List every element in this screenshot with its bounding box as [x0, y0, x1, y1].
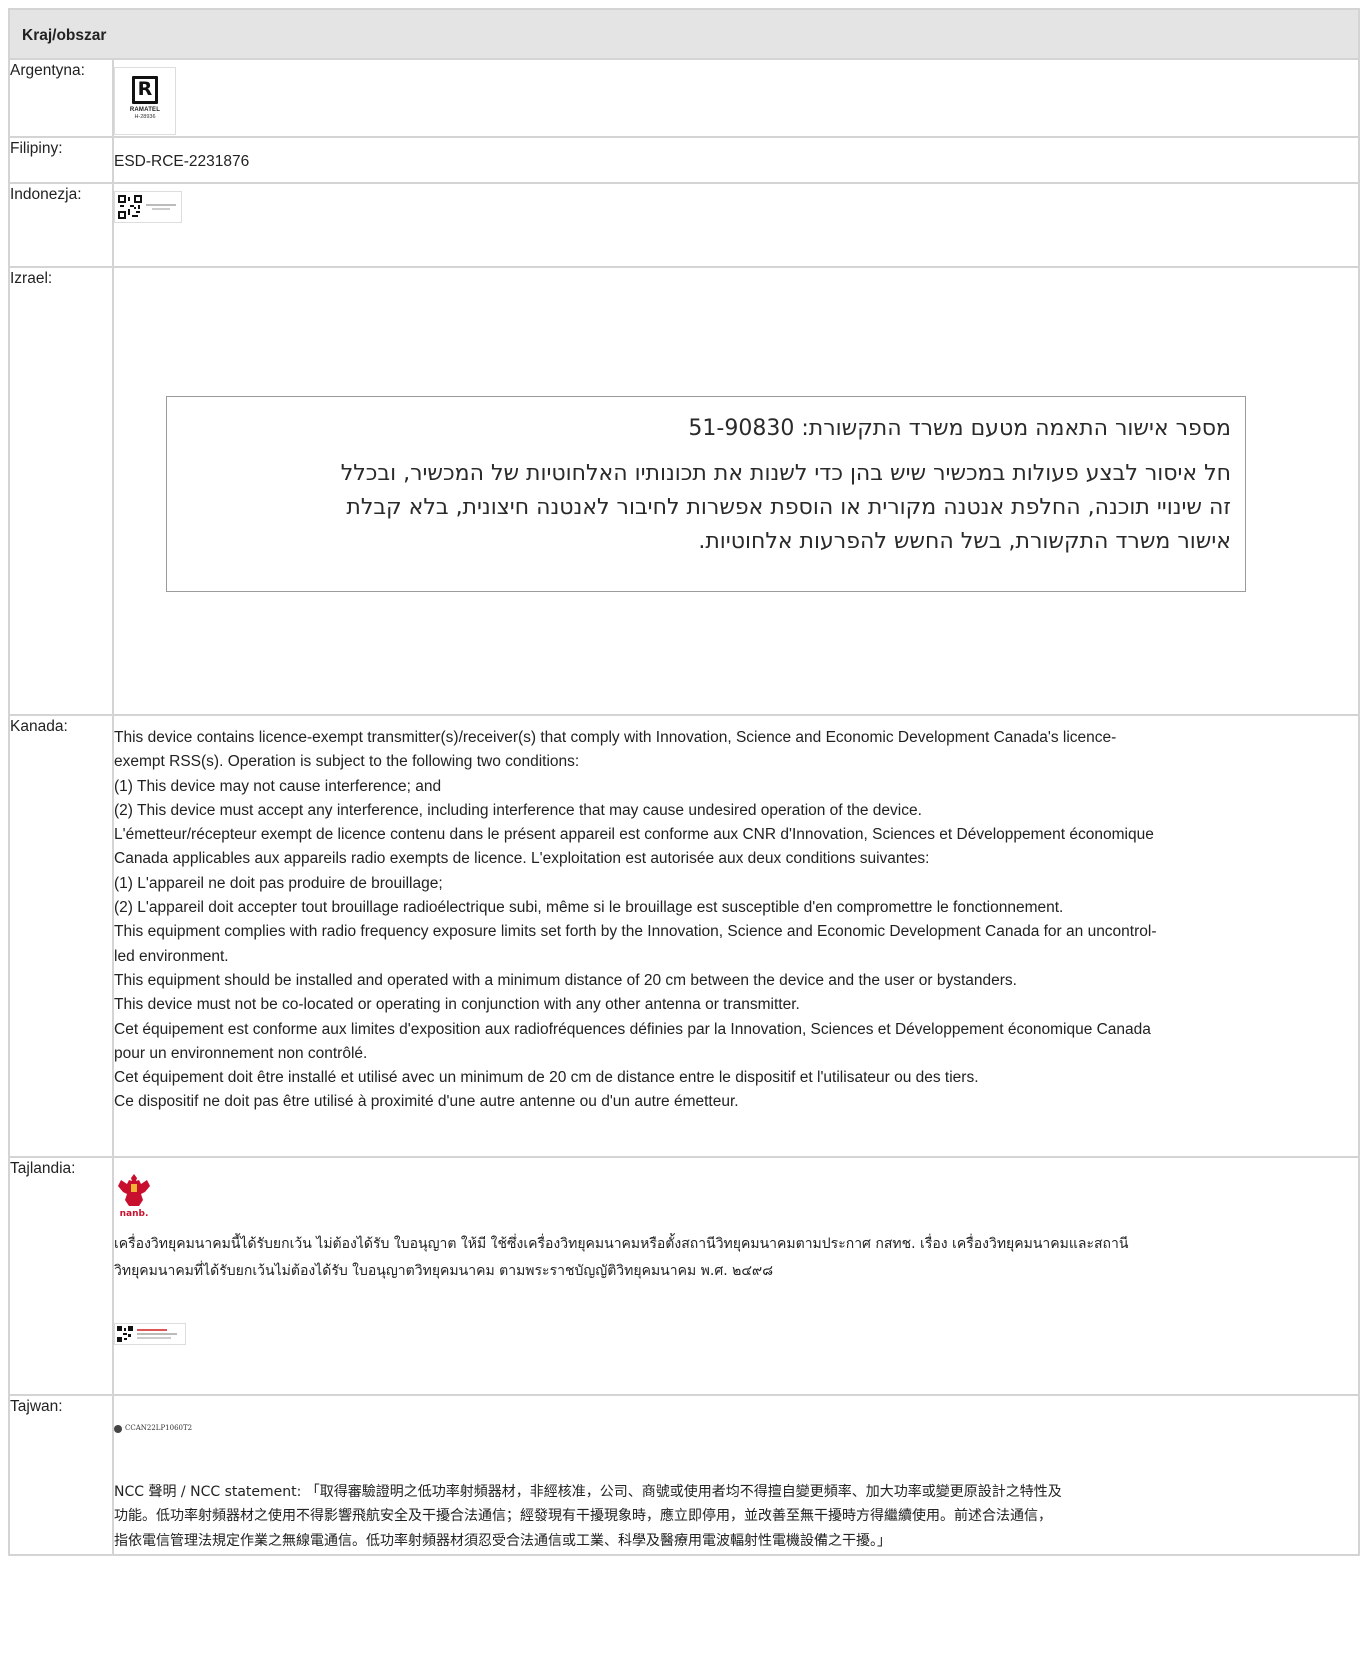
- ncc-mark: CCAN22LP1060T2: [114, 1418, 1358, 1440]
- canada-statement: This device contains licence-exempt tran…: [112, 714, 1360, 1158]
- canada-statement-line: This equipment should be installed and o…: [114, 971, 1017, 989]
- canada-statement-line: pour un environnement non contrôlé.: [114, 1044, 368, 1062]
- israel-statement-line: אישור משרד התקשורת, בשל החשש להפרעות אלח…: [698, 529, 1231, 554]
- israel-statement-line: זה שינויי תוכנה, החלפת אנטנה מקורית או ה…: [346, 495, 1231, 520]
- table-row-indonesia: Indonezja:: [8, 182, 1360, 268]
- thailand-statement: เครื่องวิทยุคมนาคมนี้ได้รับยกเว้น ไม่ต้อ…: [114, 1231, 1358, 1285]
- table-row-canada: Kanada: This device contains licence-exe…: [8, 714, 1360, 1158]
- canada-statement-line: Ce dispositif ne doit pas être utilisé à…: [114, 1093, 739, 1111]
- qr-caption: [146, 204, 176, 210]
- canada-statement-line: This device must not be co-located or op…: [114, 996, 800, 1014]
- row-label: Izrael:: [8, 266, 114, 716]
- israel-approval-number: מספר אישור התאמה מטעם משרד התקשורת: 51-9…: [688, 416, 1231, 441]
- ncc-logo-icon: [114, 1424, 122, 1433]
- table-row-philippines: Filipiny: ESD-RCE-2231876: [8, 136, 1360, 184]
- canada-statement-line: exempt RSS(s). Operation is subject to t…: [114, 753, 580, 771]
- canada-statement-line: (2) L'appareil doit accepter tout brouil…: [114, 899, 1064, 917]
- ramatel-logo-text: RAMATEL: [129, 107, 161, 113]
- canada-statement-line: This device contains licence-exempt tran…: [114, 729, 1117, 746]
- ncc-statement-line: NCC 聲明 / NCC statement: 「取得審驗證明之低功率射頻器材，…: [114, 1483, 1062, 1500]
- nbtc-logo-text: nanb.: [120, 1209, 149, 1218]
- row-label: Kanada:: [8, 714, 114, 1158]
- table-header: Kraj/obszar: [8, 8, 1360, 60]
- canada-statement-line: Cet équipement doit être installé et uti…: [114, 1069, 979, 1087]
- garuda-emblem-icon: nanb.: [118, 1174, 150, 1219]
- row-label: Argentyna:: [8, 58, 114, 138]
- table-row-thailand: Tajlandia: nanb. เครื่องวิทยุคมนาคมนี้ได…: [8, 1156, 1360, 1396]
- regulatory-table: Kraj/obszar Argentyna: R RAMATEL H-28936…: [8, 8, 1360, 1556]
- canada-statement-line: (2) This device must accept any interfer…: [114, 801, 922, 819]
- ncc-statement-line: 指依電信管理法規定作業之無線電通信。低功率射頻器材須忍受合法通信或工業、科學及醫…: [114, 1532, 891, 1549]
- qr-caption: [137, 1328, 177, 1339]
- row-label: Filipiny:: [8, 136, 114, 184]
- qr-code-icon: [117, 1325, 133, 1342]
- canada-statement-line: led environment.: [114, 947, 229, 965]
- thailand-statement-line: เครื่องวิทยุคมนาคมนี้ได้รับยกเว้น ไม่ต้อ…: [114, 1235, 1129, 1252]
- thailand-qr-label: [114, 1322, 186, 1345]
- israel-hebrew-statement: מספר אישור התאמה מטעם משרד התקשורת: 51-9…: [166, 396, 1246, 592]
- canada-statement-line: This equipment complies with radio frequ…: [114, 923, 1157, 941]
- canada-statement-line: Cet équipement est conforme aux limites …: [114, 1020, 1151, 1038]
- ncc-statement-line: 功能。低功率射頻器材之使用不得影響飛航安全及干擾合法通信；經發現有干擾現象時，應…: [114, 1508, 1052, 1524]
- canada-statement-line: L'émetteur/récepteur exempt de licence c…: [114, 826, 1154, 844]
- row-label: Indonezja:: [8, 182, 114, 268]
- table-row-argentina: Argentyna: R RAMATEL H-28936: [8, 58, 1360, 138]
- canada-statement-line: (1) This device may not cause interferen…: [114, 777, 442, 795]
- canada-statement-line: (1) L'appareil ne doit pas produire de b…: [114, 874, 443, 892]
- ramatel-r-icon: R: [132, 76, 158, 104]
- ncc-statement: NCC 聲明 / NCC statement: 「取得審驗證明之低功率射頻器材，…: [114, 1480, 1358, 1554]
- ncc-mark-code: CCAN22LP1060T2: [125, 1424, 193, 1432]
- qr-code-icon: [118, 195, 142, 219]
- philippines-cert-number: ESD-RCE-2231876: [112, 136, 1360, 184]
- ramatel-logo: R RAMATEL H-28936: [114, 67, 176, 135]
- thailand-statement-line: วิทยุคมนาคมที่ได้รับยกเว้นไม่ต้องได้รับ …: [114, 1262, 773, 1279]
- table-row-taiwan: Tajwan: CCAN22LP1060T2 NCC 聲明 / NCC stat…: [8, 1394, 1360, 1556]
- ramatel-logo-number: H-28936: [134, 114, 156, 120]
- canada-statement-line: Canada applicables aux appareils radio e…: [114, 850, 930, 868]
- page: Kraj/obszar Argentyna: R RAMATEL H-28936…: [0, 0, 1360, 1662]
- row-label: Tajwan:: [8, 1394, 114, 1556]
- israel-statement-line: חל איסור לבצע פעולות במכשיר שיש בהן כדי …: [340, 461, 1231, 486]
- indonesia-qr-label: [114, 191, 182, 223]
- row-label: Tajlandia:: [8, 1156, 114, 1396]
